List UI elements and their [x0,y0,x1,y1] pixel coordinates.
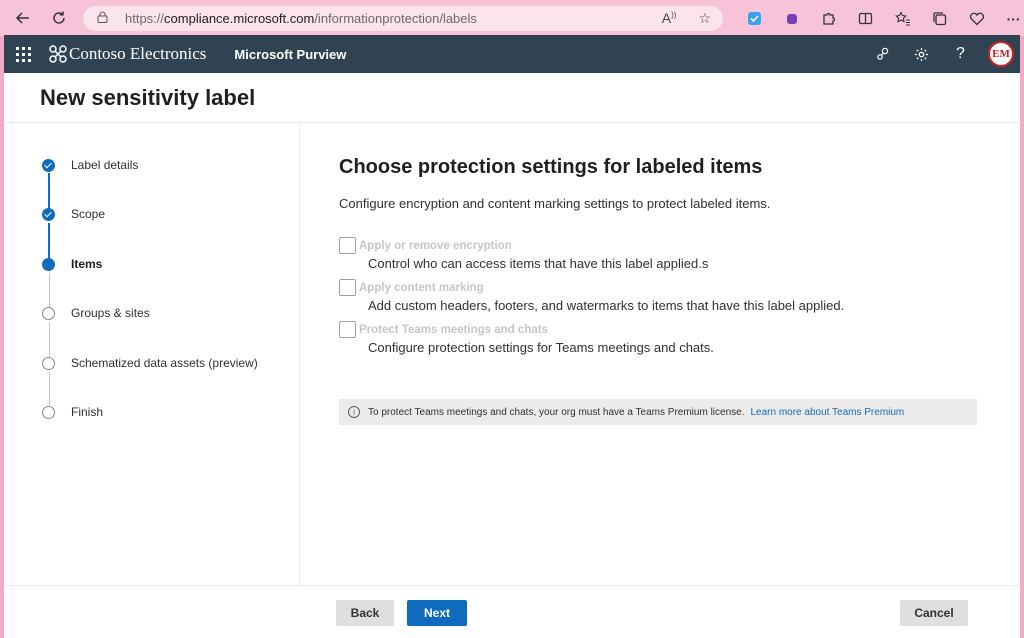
org-logo-icon [49,45,67,63]
app-launcher-icon[interactable] [4,35,42,73]
step-label-details[interactable]: Label details [42,155,138,175]
section-description: Configure encryption and content marking… [339,196,771,211]
back-button[interactable]: Back [336,600,394,626]
browser-toolbar: https://compliance.microsoft.com/informa… [0,0,1024,36]
step-label: Finish [71,405,104,419]
step-schematized-data-assets[interactable]: Schematized data assets (preview) [42,353,258,373]
health-heart-icon[interactable] [958,6,995,31]
extensions-puzzle-icon[interactable] [810,6,847,31]
favorite-star-icon[interactable]: ☆ [698,10,711,27]
step-label: Scope [71,207,106,221]
content-marking-checkbox[interactable] [339,279,356,296]
encryption-checkbox[interactable] [339,237,356,254]
extension-purple-icon[interactable] [773,6,810,31]
step-label: Items [71,257,103,271]
info-icon: i [348,406,360,418]
section-title: Choose protection settings for labeled i… [339,156,763,178]
step-items[interactable]: Items [42,254,102,274]
option-label: Apply or remove encryption [359,240,512,252]
step-pending-circle-icon [42,405,55,419]
suite-header: Contoso Electronics Microsoft Purview ? … [4,35,1020,73]
split-screen-icon[interactable] [847,6,884,31]
step-pending-circle-icon [42,306,55,320]
option-label: Protect Teams meetings and chats [359,324,548,336]
cancel-button[interactable]: Cancel [900,600,968,626]
option-label: Apply content marking [359,282,484,294]
step-label: Schematized data assets (preview) [71,356,258,370]
app-name[interactable]: Microsoft Purview [234,47,346,62]
teams-protection-checkbox[interactable] [339,321,356,338]
read-aloud-icon[interactable]: A)) [662,10,677,27]
avatar[interactable]: EM [988,41,1014,67]
refresh-icon[interactable] [44,3,74,33]
org-name[interactable]: Contoso Electronics [69,44,206,64]
more-options-icon[interactable]: ··· [995,6,1024,31]
page-header: New sensitivity label [4,73,1020,123]
help-question-icon[interactable]: ? [941,35,980,73]
step-groups-sites[interactable]: Groups & sites [42,303,150,323]
app-window: Contoso Electronics Microsoft Purview ? … [4,35,1020,638]
browser-extension-bar: ··· [736,6,1024,31]
address-bar[interactable]: https://compliance.microsoft.com/informa… [83,6,723,31]
step-scope[interactable]: Scope [42,204,105,224]
step-finish[interactable]: Finish [42,402,103,422]
lock-icon [97,11,117,26]
info-text: To protect Teams meetings and chats, you… [368,406,745,418]
url-text: https://compliance.microsoft.com/informa… [125,11,477,26]
settings-gear-icon[interactable] [902,35,941,73]
step-current-dot-icon [42,257,55,271]
option-description: Control who can access items that have t… [368,256,709,271]
step-pending-circle-icon [42,356,55,370]
next-button[interactable]: Next [407,600,467,626]
back-arrow-icon[interactable] [8,3,38,33]
step-complete-check-icon [42,158,55,172]
wizard-footer: Back Next Cancel [4,585,1020,638]
collections-icon[interactable] [921,6,958,31]
wizard-steps: Label details Scope Items Groups & sites… [4,123,300,585]
step-label: Groups & sites [71,306,150,320]
favorites-icon[interactable] [884,6,921,31]
learn-more-link[interactable]: Learn more about Teams Premium [750,407,904,418]
connections-icon[interactable] [863,35,902,73]
step-label: Label details [71,158,139,172]
info-message-bar: i To protect Teams meetings and chats, y… [339,399,977,425]
option-description: Configure protection settings for Teams … [368,340,714,355]
step-complete-check-icon [42,207,55,221]
extension-shield-icon[interactable] [736,6,773,31]
page-title: New sensitivity label [40,84,256,110]
option-description: Add custom headers, footers, and waterma… [368,298,845,313]
